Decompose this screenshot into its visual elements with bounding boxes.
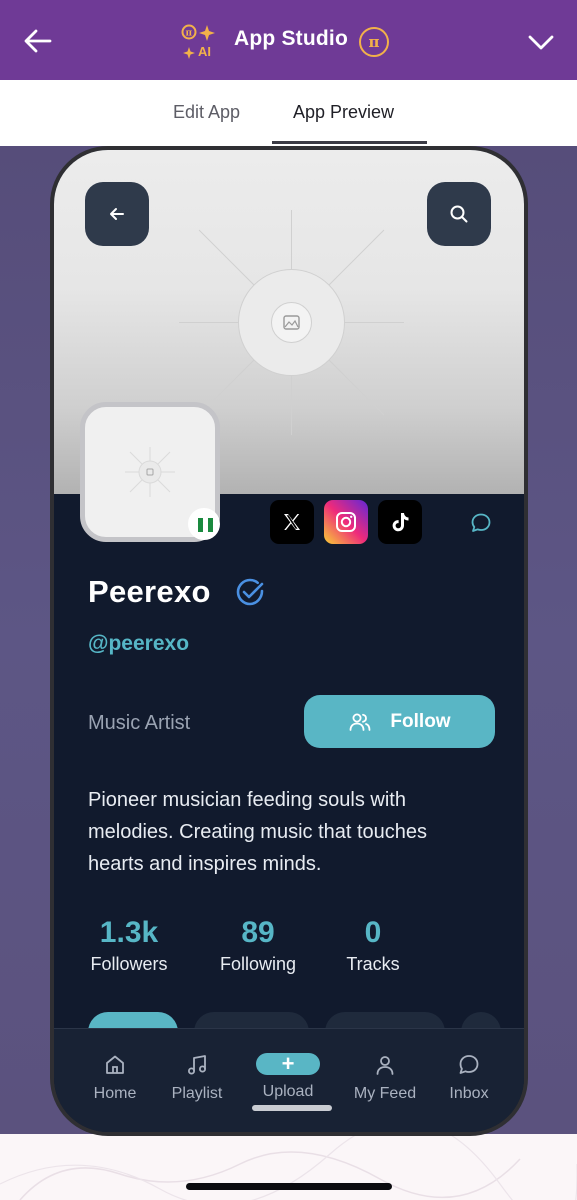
stat-tracks[interactable]: 0 Tracks <box>338 916 408 975</box>
stat-value: 1.3k <box>99 916 159 949</box>
nav-playlist[interactable]: Playlist <box>166 1053 228 1103</box>
stat-value: 0 <box>364 916 382 949</box>
chat-icon[interactable] <box>470 512 492 534</box>
profile-category: Music Artist <box>88 712 191 734</box>
nav-inbox[interactable]: Inbox <box>444 1053 494 1103</box>
verified-badge-icon <box>236 578 264 606</box>
avatar-placeholder-icon <box>125 447 175 497</box>
nav-label: Inbox <box>449 1085 489 1102</box>
instagram-icon <box>336 512 356 532</box>
profile-name: Peerexo <box>88 574 211 609</box>
users-icon <box>350 713 371 731</box>
phone-home-indicator <box>252 1105 332 1111</box>
x-social-button[interactable] <box>270 500 314 544</box>
svg-text:π: π <box>186 29 193 39</box>
user-icon <box>376 1056 394 1075</box>
tab-edit-app[interactable]: Edit App <box>173 102 240 123</box>
nav-home[interactable]: Home <box>90 1053 140 1103</box>
bottom-nav: Home Playlist + Upload My Feed Inbox <box>54 1028 524 1132</box>
music-note-icon <box>188 1055 206 1075</box>
phone-screen: Peerexo @peerexo Music Artist Follow Pio… <box>54 150 524 1132</box>
app-header: π AI App Studio π <box>0 0 577 80</box>
ai-label: AI <box>198 44 211 59</box>
nav-label: Home <box>93 1085 137 1102</box>
stat-following[interactable]: 89 Following <box>212 916 304 975</box>
stat-label: Followers <box>90 954 168 974</box>
arrow-left-icon[interactable] <box>22 26 54 56</box>
nav-label: Upload <box>262 1083 314 1100</box>
tab-app-preview[interactable]: App Preview <box>293 102 394 123</box>
x-icon <box>284 514 300 530</box>
active-tab-indicator <box>272 141 427 144</box>
home-icon <box>106 1055 124 1074</box>
stat-label: Following <box>219 954 297 974</box>
stat-value: 89 <box>241 916 275 949</box>
image-placeholder-icon <box>179 210 404 435</box>
back-button[interactable] <box>85 182 149 246</box>
decorative-lines <box>0 1134 577 1200</box>
stat-label: Tracks <box>346 954 400 974</box>
chevron-down-icon[interactable] <box>525 28 557 56</box>
chat-icon <box>459 1055 479 1074</box>
nigeria-flag-icon <box>188 508 220 540</box>
bottom-decor-strip <box>0 1134 577 1200</box>
search-icon <box>450 205 468 223</box>
home-indicator <box>186 1183 392 1190</box>
tiktok-icon <box>392 513 409 532</box>
search-button[interactable] <box>427 182 491 246</box>
follow-button[interactable]: Follow <box>304 695 495 748</box>
tiktok-social-button[interactable] <box>378 500 422 544</box>
arrow-left-icon <box>110 208 124 220</box>
profile-bio: Pioneer musician feeding souls with melo… <box>88 789 428 875</box>
nav-upload[interactable]: + Upload <box>252 1053 324 1101</box>
pi-coin-icon: π <box>359 27 389 57</box>
follow-label: Follow <box>390 710 451 732</box>
plus-icon: + <box>256 1053 320 1075</box>
phone-frame: Peerexo @peerexo Music Artist Follow Pio… <box>50 146 528 1136</box>
instagram-social-button[interactable] <box>324 500 368 544</box>
stat-followers[interactable]: 1.3k Followers <box>84 916 174 975</box>
nav-label: My Feed <box>353 1085 417 1102</box>
tab-bar: Edit App App Preview <box>0 80 577 146</box>
nav-label: Playlist <box>171 1085 223 1102</box>
nav-my-feed[interactable]: My Feed <box>346 1053 424 1103</box>
app-title: App Studio <box>234 27 348 50</box>
profile-handle[interactable]: @peerexo <box>88 632 189 656</box>
